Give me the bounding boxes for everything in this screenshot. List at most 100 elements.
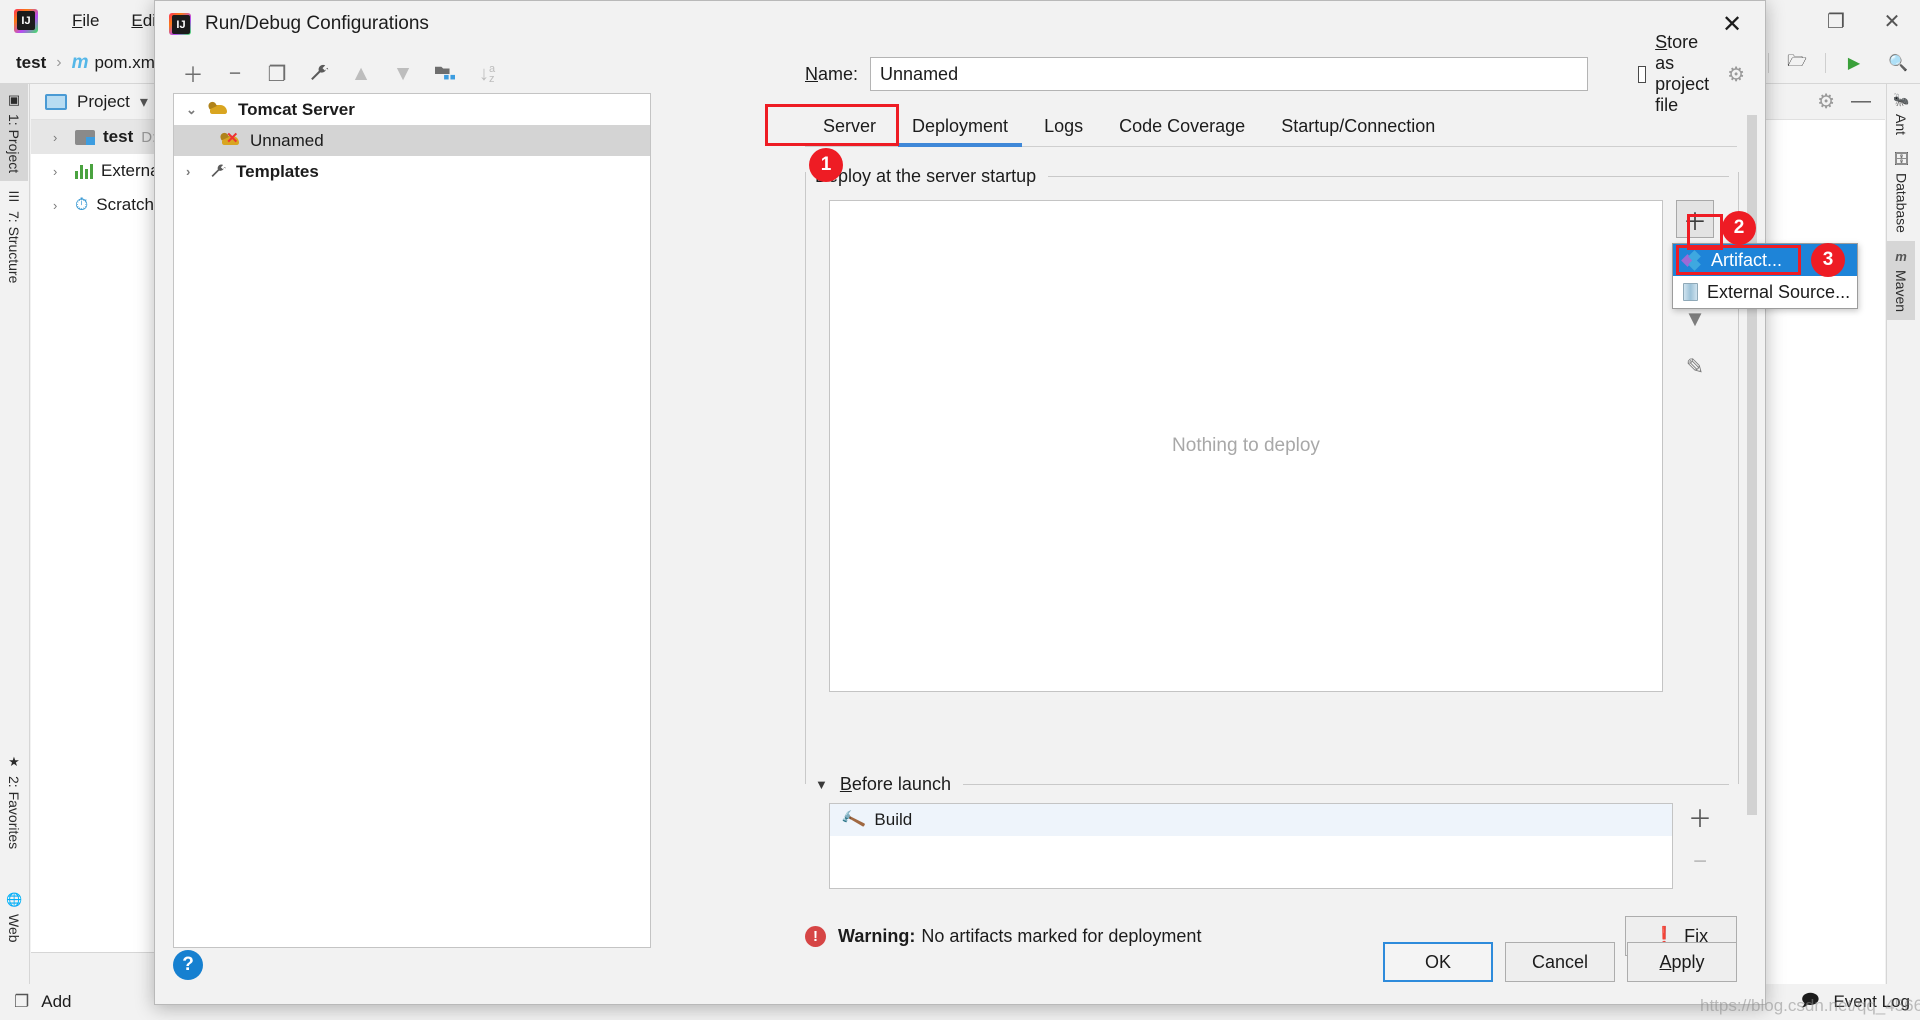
expand-arrow-icon[interactable]: › (53, 130, 67, 145)
terminal-icon[interactable]: ❐ (14, 992, 29, 1012)
tab-logs[interactable]: Logs (1026, 112, 1101, 146)
external-source-menu-item[interactable]: External Source... (1673, 276, 1857, 308)
store-as-project-file-row[interactable]: Store as project file ⚙ (1638, 32, 1745, 116)
before-launch-list[interactable]: 🔨 Build (829, 803, 1673, 889)
tab-server[interactable]: Server (805, 112, 894, 146)
before-launch-rule (962, 783, 1729, 785)
event-log-label[interactable]: Event Log (1833, 992, 1910, 1012)
sidebar-item-database[interactable]: 🗄 Database (1887, 143, 1916, 241)
tree-node-templates[interactable]: › Templates (174, 156, 650, 187)
sidebar-label-maven: Maven (1893, 269, 1909, 312)
copy-configuration-button[interactable]: ❐ (257, 57, 297, 91)
tab-code-coverage[interactable]: Code Coverage (1101, 112, 1263, 146)
nav-divider-1 (1768, 53, 1769, 73)
chevron-down-icon[interactable]: ▾ (140, 92, 148, 112)
sort-alphabetically-button[interactable]: ↓ a z (467, 57, 507, 91)
deploy-edit-button[interactable]: ✎ (1676, 348, 1714, 386)
expand-arrow-icon[interactable]: › (186, 164, 200, 179)
configuration-tabs: Server Deployment Logs Code Coverage Sta… (805, 105, 1737, 147)
store-as-project-file-checkbox[interactable] (1638, 65, 1647, 83)
sidebar-item-structure[interactable]: ☰ 7: Structure (0, 181, 28, 291)
expand-arrow-icon[interactable]: › (53, 198, 67, 213)
settings-gear-icon[interactable]: ⚙ (1817, 89, 1835, 114)
tab-deployment[interactable]: Deployment (894, 112, 1026, 147)
breadcrumb-project[interactable]: test (16, 53, 46, 73)
star-icon: ★ (8, 753, 20, 769)
external-source-menu-label: External Source... (1707, 281, 1851, 302)
expand-arrow-icon[interactable]: › (53, 164, 67, 179)
new-folder-button[interactable] (425, 57, 465, 91)
deployment-list-panel[interactable]: Nothing to deploy (829, 200, 1663, 692)
sidebar-label-web: Web (6, 914, 23, 943)
database-icon: 🗄 (1893, 151, 1910, 167)
intellij-logo-icon (14, 9, 38, 33)
cancel-button[interactable]: Cancel (1505, 942, 1615, 982)
search-icon[interactable]: 🔍 (1876, 42, 1920, 84)
before-launch-item-build[interactable]: 🔨 Build (830, 804, 1672, 836)
tree-node-tomcat-server[interactable]: ⌄ Tomcat Server (174, 94, 650, 125)
sidebar-item-project[interactable]: ▣ 1: Project (0, 84, 28, 182)
deploy-group-title: Deploy at the server startup (815, 165, 1037, 186)
before-launch-title: Before launch (839, 773, 951, 794)
move-down-button[interactable]: ▼ (383, 57, 423, 91)
wrench-icon (311, 64, 329, 81)
project-tree-label-scratch: Scratch (96, 195, 154, 214)
event-log-icon: 🗩 (1800, 990, 1820, 1010)
project-structure-icon[interactable]: 🗁 (1775, 42, 1819, 84)
tree-node-unnamed[interactable]: ✕ Unnamed (174, 125, 650, 156)
structure-icon: ☰ (8, 189, 20, 205)
project-view-icon (45, 93, 67, 110)
group-title-rule (1048, 175, 1729, 177)
add-configuration-button[interactable]: ＋ (173, 57, 213, 91)
sidebar-label-ant: Ant (1893, 114, 1910, 136)
annotation-badge-1: 1 (809, 148, 843, 182)
before-launch-header[interactable]: ▼ Before launch (815, 773, 1729, 795)
apply-button[interactable]: Apply (1627, 942, 1737, 982)
breadcrumb-file[interactable]: pom.xml (94, 53, 158, 73)
breadcrumb-separator: › (56, 53, 62, 71)
help-button[interactable]: ? (173, 950, 203, 980)
sidebar-label-database: Database (1893, 173, 1910, 233)
deploy-group-header: Deploy at the server startup (815, 164, 1729, 188)
minimize-icon[interactable]: — (1851, 90, 1871, 113)
error-cross-icon: ✕ (226, 130, 239, 147)
before-launch-item-label: Build (874, 810, 913, 829)
deploy-add-button[interactable]: ＋ (1676, 200, 1714, 238)
before-launch-collapse-icon[interactable]: ▼ (815, 777, 828, 792)
tab-startup-connection[interactable]: Startup/Connection (1263, 112, 1453, 146)
run-icon[interactable]: ▶ (1832, 42, 1876, 84)
tomcat-icon (208, 101, 230, 118)
before-launch-add-button[interactable]: ＋ (1688, 799, 1712, 834)
store-settings-gear-icon[interactable]: ⚙ (1727, 62, 1745, 87)
name-row: Name: Store as project file ⚙ (805, 32, 1745, 115)
configuration-name-input[interactable] (870, 57, 1589, 91)
collapse-arrow-icon[interactable]: ⌄ (186, 102, 200, 118)
menu-item-file[interactable]: File (56, 11, 115, 31)
status-add-label[interactable]: Add (41, 992, 71, 1012)
sidebar-item-maven[interactable]: m Maven (1887, 240, 1915, 320)
sidebar-label-project: 1: Project (6, 114, 22, 174)
deploy-group: Deploy at the server startup Nothing to … (805, 164, 1739, 784)
run-debug-configurations-dialog: Run/Debug Configurations ✕ ＋ − ❐ ▲ ▼ ↓az… (154, 0, 1766, 1005)
move-up-button[interactable]: ▲ (341, 57, 381, 91)
configurations-tree[interactable]: ⌄ Tomcat Server ✕ Unnamed › Templates (173, 93, 651, 948)
external-source-icon (1683, 283, 1698, 301)
remove-configuration-button[interactable]: − (215, 57, 255, 91)
maven-icon: m (1895, 248, 1907, 264)
sort-az-icon: az (488, 63, 496, 85)
libraries-icon (75, 163, 93, 179)
artifact-icon (1681, 249, 1702, 271)
before-launch-remove-button[interactable]: − (1693, 848, 1707, 876)
sidebar-item-web[interactable]: 🌐 Web (0, 884, 28, 951)
right-tool-strip: 🐜 Ant 🗄 Database m Maven (1886, 84, 1920, 989)
group-border-left (805, 172, 806, 784)
ok-button[interactable]: OK (1383, 942, 1493, 982)
annotation-badge-2: 2 (1722, 211, 1756, 245)
wrench-icon (211, 164, 226, 177)
edit-templates-button[interactable] (299, 57, 339, 91)
window-restore-icon[interactable]: ❐ (1808, 0, 1864, 42)
sort-arrow-icon: ↓ (478, 62, 489, 85)
sidebar-item-favorites[interactable]: ★ 2: Favorites (0, 746, 28, 857)
sidebar-item-ant[interactable]: 🐜 Ant (1887, 84, 1915, 143)
window-close-icon[interactable]: ✕ (1864, 0, 1920, 42)
